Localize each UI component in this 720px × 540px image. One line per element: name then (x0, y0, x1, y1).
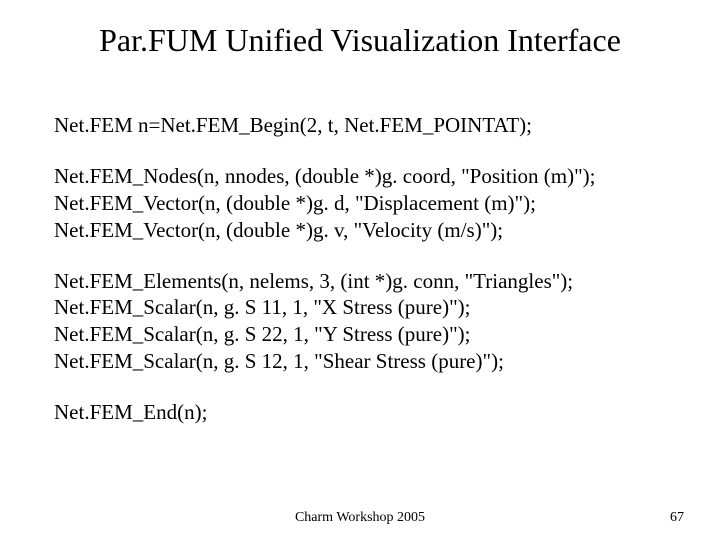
code-line: Net.FEM_Vector(n, (double *)g. v, "Veloc… (54, 217, 666, 244)
slide-title: Par.FUM Unified Visualization Interface (0, 22, 720, 59)
slide-body: Net.FEM n=Net.FEM_Begin(2, t, Net.FEM_PO… (54, 112, 666, 450)
slide: Par.FUM Unified Visualization Interface … (0, 0, 720, 540)
code-block-elements: Net.FEM_Elements(n, nelems, 3, (int *)g.… (54, 268, 666, 376)
code-line: Net.FEM_Elements(n, nelems, 3, (int *)g.… (54, 268, 666, 295)
code-block-end: Net.FEM_End(n); (54, 399, 666, 426)
footer-text: Charm Workshop 2005 (0, 510, 720, 526)
code-line: Net.FEM_Nodes(n, nnodes, (double *)g. co… (54, 163, 666, 190)
code-line: Net.FEM_Vector(n, (double *)g. d, "Displ… (54, 190, 666, 217)
code-line: Net.FEM_Scalar(n, g. S 12, 1, "Shear Str… (54, 348, 666, 375)
code-block-nodes: Net.FEM_Nodes(n, nnodes, (double *)g. co… (54, 163, 666, 244)
code-block-begin: Net.FEM n=Net.FEM_Begin(2, t, Net.FEM_PO… (54, 112, 666, 139)
code-line: Net.FEM_End(n); (54, 399, 666, 426)
code-line: Net.FEM n=Net.FEM_Begin(2, t, Net.FEM_PO… (54, 112, 666, 139)
code-line: Net.FEM_Scalar(n, g. S 22, 1, "Y Stress … (54, 321, 666, 348)
page-number: 67 (670, 510, 684, 526)
code-line: Net.FEM_Scalar(n, g. S 11, 1, "X Stress … (54, 294, 666, 321)
